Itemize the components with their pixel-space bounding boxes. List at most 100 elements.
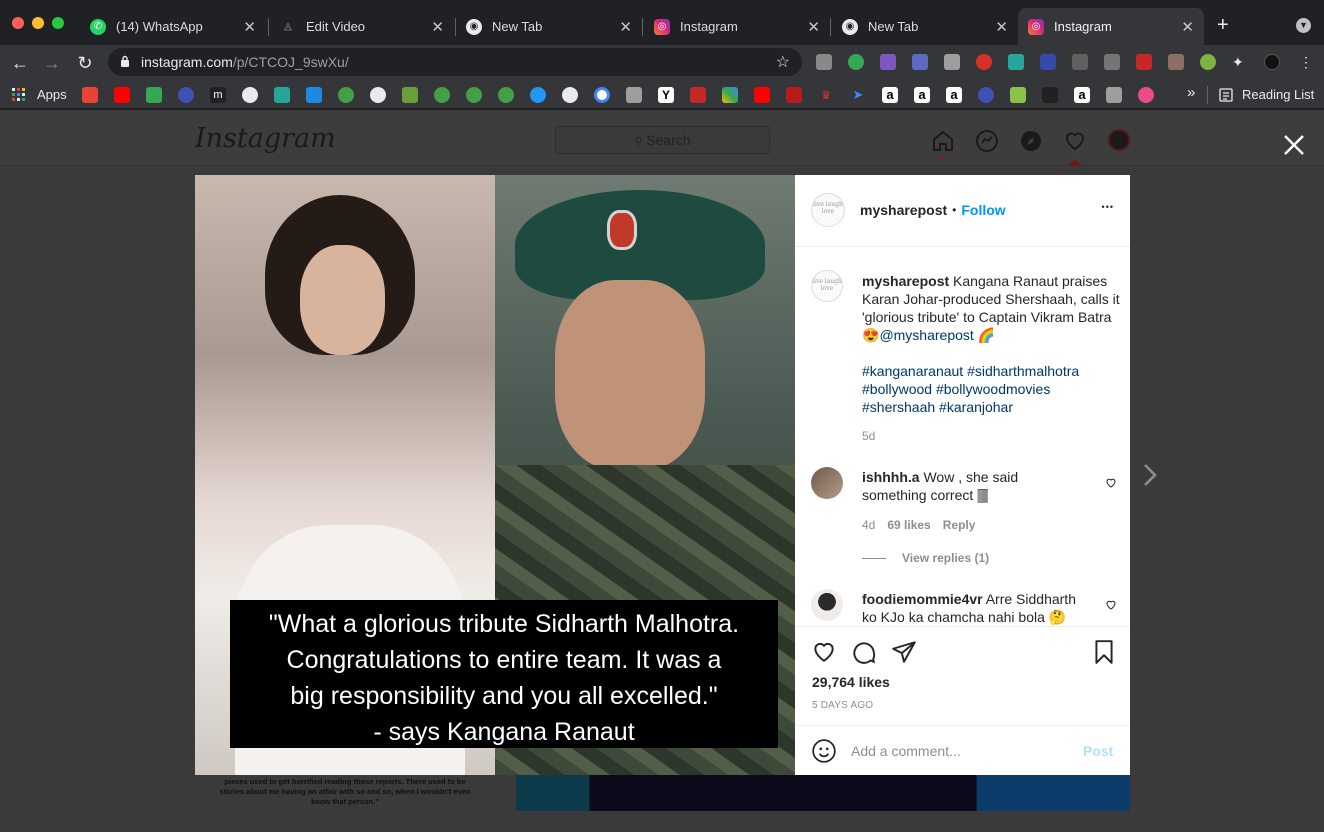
address-bar[interactable]: instagram.com/p/CTCOJ_9swXu/ ☆ [108,48,802,76]
bookmark-icon[interactable] [402,87,418,103]
instagram-logo[interactable]: Instagram [195,123,336,154]
bookmark-icon[interactable] [786,87,802,103]
bookmark-icon[interactable] [1010,87,1026,103]
wordpress-bookmark-icon[interactable] [530,87,546,103]
reading-list-button[interactable]: Reading List [1242,87,1314,102]
close-tab-icon[interactable]: ✕ [431,18,444,36]
likes-count[interactable]: 29,764 likes [812,674,890,690]
youtube-bookmark-icon[interactable] [754,87,770,103]
bookmark-icon[interactable] [242,87,258,103]
close-tab-icon[interactable]: ✕ [1181,18,1194,36]
like-heart-icon[interactable] [811,639,837,665]
yahoo-bookmark-icon[interactable]: Y [658,87,674,103]
close-tab-icon[interactable]: ✕ [995,18,1008,36]
bookmark-icon[interactable] [1042,87,1058,103]
amazon-bookmark-icon[interactable]: a [946,87,962,103]
bookmark-icon[interactable] [338,87,354,103]
tab-whatsapp[interactable]: ✆ (14) WhatsApp ✕ [80,8,266,45]
comment-like-heart-icon[interactable] [1105,599,1117,611]
post-comment-button[interactable]: Post [1083,743,1113,759]
new-tab-button[interactable]: + [1217,14,1229,37]
amazon-bookmark-icon[interactable]: a [882,87,898,103]
share-paper-plane-icon[interactable] [891,639,917,665]
bookmark-icon[interactable] [690,87,706,103]
dribbble-bookmark-icon[interactable] [1138,87,1154,103]
back-button[interactable]: ← [8,51,32,75]
bookmark-icon[interactable] [306,87,322,103]
profile-avatar[interactable] [1108,129,1130,151]
bookmarks-overflow-button[interactable]: » [1187,84,1195,101]
bookmark-icon[interactable] [1106,87,1122,103]
extension-icon[interactable] [816,54,832,70]
extension-icon[interactable] [912,54,928,70]
bookmark-icon[interactable]: ♛ [818,87,834,103]
bookmark-icon[interactable] [370,87,386,103]
gmail-bookmark-icon[interactable] [82,87,98,103]
comment-age[interactable]: 4d [862,518,875,532]
close-window-button[interactable] [12,17,24,29]
bookmark-icon[interactable] [274,87,290,103]
bookmark-icon[interactable] [498,87,514,103]
extension-icon[interactable] [1104,54,1120,70]
reload-button[interactable]: ↻ [73,51,97,75]
minimize-window-button[interactable] [32,17,44,29]
explore-compass-icon[interactable] [1019,129,1043,153]
bookmark-icon[interactable]: m [210,87,226,103]
tab-edit-video[interactable]: ◬ Edit Video ✕ [270,8,454,45]
close-tab-icon[interactable]: ✕ [619,18,632,36]
extension-icon[interactable] [880,54,896,70]
tab-instagram-active[interactable]: ◎ Instagram ✕ [1018,8,1204,45]
caption-age[interactable]: 5d [862,429,875,443]
commenter-avatar[interactable] [811,589,843,621]
tab-new-tab[interactable]: ◉ New Tab ✕ [456,8,642,45]
extensions-puzzle-icon[interactable]: ✦ [1232,54,1248,70]
reply-button[interactable]: Reply [943,518,976,532]
comment-bubble-icon[interactable] [851,639,877,665]
tab-new-tab-2[interactable]: ◉ New Tab ✕ [832,8,1018,45]
messenger-icon[interactable] [975,129,999,153]
browser-menu-icon[interactable]: ⋮ [1298,54,1314,70]
caption-mention[interactable]: @mysharepost [879,327,973,343]
bookmark-icon[interactable]: ➤ [850,87,866,103]
add-comment-input[interactable]: Add a comment... [851,743,961,759]
extension-icon[interactable] [1136,54,1152,70]
extension-icon[interactable] [1040,54,1056,70]
extension-icon[interactable] [1072,54,1088,70]
emoji-icon[interactable] [811,738,837,764]
extension-icon[interactable] [944,54,960,70]
forward-button[interactable]: → [40,51,64,75]
maximize-window-button[interactable] [52,17,64,29]
bookmark-icon[interactable] [466,87,482,103]
search-input[interactable]: ⚲ Search [555,126,770,154]
hashtags[interactable]: #kanganaranaut #sidharthmalhotra [862,363,1079,379]
profile-avatar[interactable] [1264,54,1280,70]
youtube-bookmark-icon[interactable] [114,87,130,103]
tab-instagram[interactable]: ◎ Instagram ✕ [644,8,830,45]
extension-icon[interactable] [1008,54,1024,70]
extension-icon[interactable] [1168,54,1184,70]
amazon-bookmark-icon[interactable]: a [914,87,930,103]
extension-icon[interactable] [976,54,992,70]
post-date[interactable]: 5 DAYS AGO [812,700,873,711]
hashtags[interactable]: #shershaah #karanjohar [862,399,1013,415]
comment-username[interactable]: foodiemommie4vr [862,591,983,607]
home-icon[interactable] [931,129,955,153]
activity-heart-icon[interactable] [1063,129,1087,153]
comments-scroll-area[interactable]: live laugh love mysharepost Kangana Rana… [795,248,1130,626]
more-options-icon[interactable]: ••• [1102,202,1114,212]
author-avatar[interactable]: live laugh love [811,270,843,302]
view-replies-button[interactable]: View replies (1) [902,551,989,565]
save-bookmark-icon[interactable] [1091,639,1117,665]
comment-likes[interactable]: 69 likes [887,518,930,532]
commenter-avatar[interactable] [811,467,843,499]
hashtags[interactable]: #bollywood #bollywoodmovies [862,381,1050,397]
close-tab-icon[interactable]: ✕ [243,18,256,36]
bookmark-icon[interactable] [562,87,578,103]
close-modal-icon[interactable] [1282,133,1306,157]
close-tab-icon[interactable]: ✕ [807,18,820,36]
author-avatar[interactable]: live laugh love [811,193,845,227]
bookmark-icon[interactable] [722,87,738,103]
bookmark-icon[interactable] [978,87,994,103]
bookmark-star-icon[interactable]: ☆ [776,52,790,72]
apps-bookmark[interactable]: Apps [37,87,67,102]
